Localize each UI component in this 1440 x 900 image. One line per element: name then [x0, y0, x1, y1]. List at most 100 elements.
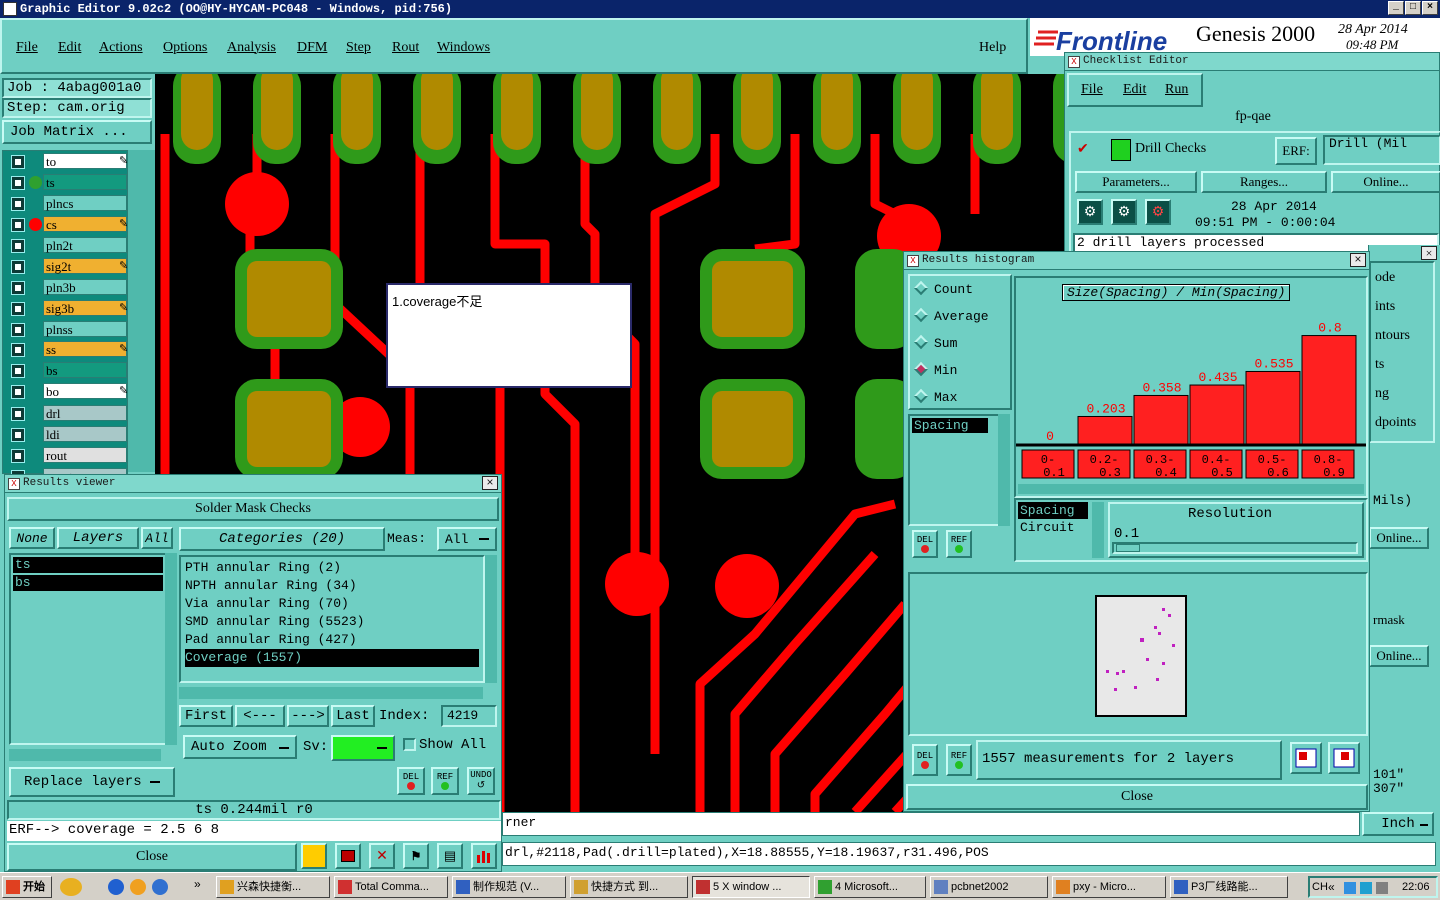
- layer-checkbox[interactable]: [11, 260, 25, 274]
- list-item[interactable]: ints: [1375, 292, 1433, 321]
- layer-row-ss[interactable]: ss ✎: [9, 341, 128, 358]
- layer-row-pln3b[interactable]: pln3b: [9, 279, 127, 296]
- menu-dfm[interactable]: DFM: [297, 40, 327, 56]
- taskbar-item[interactable]: 4 Microsoft...: [814, 876, 926, 898]
- menu-actions[interactable]: Actions: [99, 40, 143, 56]
- toolbar-icon-4[interactable]: ⚑: [403, 843, 429, 869]
- layer-checkbox[interactable]: [11, 197, 25, 211]
- menu-help[interactable]: Help: [979, 40, 1006, 56]
- close-window-button[interactable]: ×: [1422, 1, 1438, 15]
- histogram-ref-button[interactable]: REF: [946, 530, 972, 558]
- zoom-to-icon-1[interactable]: [1290, 742, 1322, 774]
- map-del-button[interactable]: DEL: [912, 744, 938, 776]
- taskbar-item[interactable]: 制作规范 (V...: [452, 876, 566, 898]
- histogram-bar[interactable]: [1245, 370, 1301, 445]
- last-button[interactable]: Last: [331, 705, 375, 727]
- layer-row-plncs[interactable]: plncs: [9, 195, 127, 212]
- list-item[interactable]: PTH annular Ring (2): [185, 559, 479, 577]
- mode-option-average[interactable]: Average: [913, 307, 989, 329]
- map-ref-button[interactable]: REF: [946, 744, 972, 776]
- board-map[interactable]: [908, 572, 1368, 736]
- quicklaunch-icon-3[interactable]: [152, 879, 168, 895]
- taskbar-item[interactable]: pcbnet2002: [930, 876, 1048, 898]
- chart-hscroll[interactable]: [1018, 484, 1364, 494]
- quicklaunch-icon-2[interactable]: [130, 879, 146, 895]
- bg-list[interactable]: ode ints ntours ts ng dpoints: [1369, 261, 1435, 443]
- quicklaunch-expand-icon[interactable]: »: [194, 877, 201, 891]
- layer-name[interactable]: rout: [43, 447, 127, 463]
- layer-row-drl[interactable]: drl: [9, 405, 127, 422]
- taskbar-item[interactable]: Total Comma...: [334, 876, 448, 898]
- toolbar-icon-5[interactable]: ▤: [437, 843, 463, 869]
- layer-checkbox[interactable]: [11, 364, 25, 378]
- histogram-bar[interactable]: [1189, 384, 1245, 445]
- mode-option-sum[interactable]: Sum: [913, 334, 957, 356]
- zoom-to-icon-2[interactable]: [1328, 742, 1360, 774]
- show-all-checkbox[interactable]: [403, 738, 416, 751]
- prev-button[interactable]: <---: [235, 705, 285, 727]
- layer-list-scrollbar[interactable]: [128, 150, 155, 472]
- menu-windows[interactable]: Windows: [437, 40, 490, 56]
- layer-row-bo[interactable]: bo ✎: [9, 383, 128, 400]
- layer-list-hscroll[interactable]: [9, 749, 161, 761]
- toolbar-icon-2[interactable]: [335, 843, 361, 869]
- tray-icon-1[interactable]: [1344, 882, 1356, 894]
- radio-diamond-icon[interactable]: [913, 334, 929, 350]
- radio-diamond-icon[interactable]: [913, 307, 929, 323]
- bg-online-button-2[interactable]: Online...: [1369, 645, 1429, 667]
- list-item[interactable]: Coverage (1557): [185, 649, 479, 667]
- mode-option-min[interactable]: Min: [913, 361, 957, 383]
- slider-thumb[interactable]: [1116, 544, 1140, 552]
- type2-list[interactable]: Spacing Circuit: [1018, 502, 1088, 536]
- layer-checkbox[interactable]: [11, 407, 25, 421]
- first-button[interactable]: First: [179, 705, 233, 727]
- categories-hscroll[interactable]: [179, 687, 483, 699]
- layer-row-to[interactable]: to ✎: [9, 153, 128, 170]
- layer-row-rout[interactable]: rout: [9, 447, 127, 464]
- next-button[interactable]: --->: [287, 705, 329, 727]
- layer-name[interactable]: sig2t: [43, 258, 127, 274]
- menu-options[interactable]: Options: [163, 40, 207, 56]
- mode-option-count[interactable]: Count: [913, 280, 973, 302]
- results-viewer-close-button[interactable]: Close: [7, 843, 297, 871]
- layer-row-ts[interactable]: ts: [9, 174, 127, 191]
- layer-name[interactable]: ldi: [43, 426, 127, 442]
- all-button[interactable]: All: [141, 527, 173, 549]
- layer-checkbox[interactable]: [11, 239, 25, 253]
- menu-rout[interactable]: Rout: [392, 40, 419, 56]
- taskbar-item[interactable]: P3厂线路能...: [1170, 876, 1288, 898]
- start-button[interactable]: 开始: [2, 876, 52, 898]
- taskbar-item[interactable]: pxy - Micro...: [1052, 876, 1166, 898]
- quicklaunch-icon-1[interactable]: [60, 878, 82, 896]
- layer-row-cs[interactable]: cs ✎: [9, 216, 128, 233]
- mode-option-max[interactable]: Max: [913, 388, 957, 410]
- layer-name[interactable]: ss: [43, 341, 127, 357]
- list-item[interactable]: Spacing: [912, 418, 988, 433]
- toolbar-chart-icon[interactable]: [471, 843, 497, 869]
- checklist-menu-edit[interactable]: Edit: [1123, 82, 1146, 98]
- layer-list-vscroll[interactable]: [165, 553, 177, 745]
- maximize-button[interactable]: □: [1405, 1, 1421, 15]
- job-matrix-button[interactable]: Job Matrix ...: [2, 120, 152, 144]
- layer-row-ldi[interactable]: ldi: [9, 426, 127, 443]
- parameters-button[interactable]: Parameters...: [1075, 171, 1197, 193]
- list-item[interactable]: ode: [1375, 263, 1433, 292]
- layers-button[interactable]: Layers: [57, 527, 139, 549]
- layer-checkbox[interactable]: [11, 449, 25, 463]
- list-item[interactable]: Spacing: [1018, 502, 1088, 519]
- units-dropdown[interactable]: Inch: [1362, 812, 1434, 836]
- checklist-menu-file[interactable]: File: [1081, 82, 1103, 98]
- layer-name[interactable]: drl: [43, 405, 127, 421]
- undo-button[interactable]: UNDO ↺: [467, 767, 495, 795]
- histogram-close-button[interactable]: Close: [906, 784, 1368, 810]
- list-item[interactable]: dpoints: [1375, 408, 1433, 437]
- index-input[interactable]: 4219: [441, 705, 497, 727]
- taskbar-item[interactable]: 快捷方式 到...: [570, 876, 688, 898]
- results-viewer-close-icon[interactable]: ×: [482, 476, 498, 490]
- layer-name[interactable]: to: [43, 153, 127, 169]
- replace-layers-button[interactable]: Replace layers: [9, 767, 175, 797]
- layer-checkbox[interactable]: [11, 428, 25, 442]
- layer-name[interactable]: bs: [43, 362, 127, 378]
- auto-zoom-dropdown[interactable]: Auto Zoom: [183, 735, 297, 759]
- type-list-scroll[interactable]: [998, 414, 1010, 526]
